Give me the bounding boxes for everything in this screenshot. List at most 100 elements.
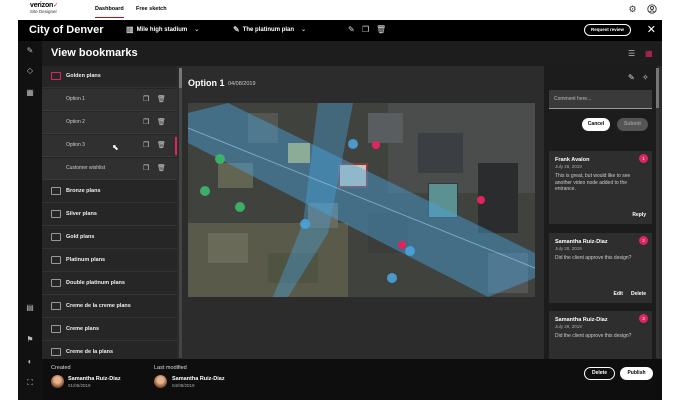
bookmark-folder[interactable]: Silver plans	[42, 204, 177, 226]
verizon-logo[interactable]: verizon✓ Site Designer	[30, 2, 58, 15]
chevron-down-icon: ⌄	[194, 27, 200, 33]
request-review-button[interactable]: Request review	[584, 24, 631, 36]
cancel-button[interactable]: Cancel	[582, 118, 610, 131]
trash-icon[interactable]: 🗑	[157, 164, 166, 172]
comment-card[interactable]: 3 Samantha Ruiz-Diaz July 28, 2019 Did t…	[549, 311, 652, 359]
pin-icon[interactable]: ✧	[642, 73, 649, 82]
scrollbar-thumb[interactable]	[179, 68, 182, 88]
bookmark-customer-wishlist[interactable]: Customer wishlist ❐ 🗑	[42, 158, 177, 180]
comment-card[interactable]: 2 Samantha Ruiz-Diaz July 28, 2019 Did t…	[549, 233, 652, 303]
grid-view-icon[interactable]: ▦	[645, 49, 653, 58]
copy-icon[interactable]: ❐	[143, 118, 149, 126]
city-title: City of Denver	[29, 24, 104, 36]
list-view-icon[interactable]: ☰	[628, 49, 635, 58]
submit-button[interactable]: Submit	[617, 118, 648, 131]
screen-capture-icon[interactable]: ⛶	[25, 378, 35, 388]
folder-icon	[51, 233, 61, 241]
nav-free-sketch[interactable]: Free sketch	[136, 6, 167, 12]
brand-name: verizon	[30, 2, 54, 9]
palette-icon[interactable]: ◐	[25, 357, 35, 366]
plan-select[interactable]: ✎ The platinum plan ⌄	[233, 25, 306, 34]
comment-badge: 1	[639, 154, 648, 163]
folder-icon	[51, 256, 61, 264]
footer-bar: Created Samantha Ruiz-Diaz 01/05/2019 La…	[42, 359, 662, 400]
close-icon[interactable]: ✕	[647, 23, 656, 36]
trash-icon[interactable]: 🗑	[157, 95, 166, 103]
bookmark-option-2[interactable]: Option 2 ❐ 🗑	[42, 112, 177, 134]
folder-icon	[51, 325, 61, 333]
modified-by-name: Samantha Ruiz-Diaz	[172, 376, 225, 382]
option-label: Customer wishlist	[66, 165, 106, 171]
bookmark-option-1[interactable]: Option 1 ❐ 🗑	[42, 89, 177, 111]
list-scrollbar[interactable]	[179, 68, 182, 358]
table-icon[interactable]: ▦	[25, 88, 35, 97]
copy-icon[interactable]: ❐	[143, 141, 149, 149]
pen-tool-icon[interactable]: ✎	[25, 46, 35, 55]
reply-button[interactable]: Reply	[632, 212, 646, 218]
panel-title: View bookmarks	[51, 47, 138, 59]
modified-date: 04/08/2019	[172, 383, 195, 388]
bookmark-option-3[interactable]: Option 3 ⬉ ❐ 🗑	[42, 135, 177, 157]
bookmark-folder[interactable]: Creme plans	[42, 319, 177, 341]
venue-select[interactable]: ▥ Mile high stadium ⌄	[126, 25, 199, 34]
plan-icon: ✎	[233, 25, 240, 34]
settings-icon[interactable]: ⚙	[627, 4, 638, 15]
folder-label: Platinum plans	[66, 257, 106, 263]
bookmark-folder[interactable]: Double platinum plans	[42, 273, 177, 295]
delete-button[interactable]: Delete	[631, 291, 646, 297]
selection-indicator	[175, 137, 177, 155]
folder-icon	[51, 279, 61, 287]
copy-icon[interactable]: ❐	[143, 164, 149, 172]
copy-icon[interactable]: ❐	[143, 95, 149, 103]
folder-label: Double platinum plans	[66, 280, 125, 286]
copy-icon[interactable]: ❐	[362, 25, 369, 34]
folder-label: Silver plans	[66, 211, 97, 217]
product-name: Site Designer	[30, 9, 58, 14]
aerial-map[interactable]	[188, 103, 535, 297]
folder-icon	[51, 72, 61, 80]
bookmark-list-icon[interactable]: ▤	[25, 303, 35, 312]
comment-text: Did the client approve this design?	[555, 255, 632, 261]
scrollbar-thumb[interactable]	[656, 68, 659, 108]
publish-button[interactable]: Publish	[620, 367, 653, 380]
bookmark-icon[interactable]: ⚑	[25, 335, 35, 344]
bookmark-folder[interactable]: Bronze plans	[42, 181, 177, 203]
created-label: Created	[51, 365, 71, 371]
folder-label: Bronze plans	[66, 188, 101, 194]
delete-button[interactable]: Delete	[584, 367, 615, 380]
bookmark-folder[interactable]: Creme de la creme plans	[42, 296, 177, 318]
comments-panel: ✎ ✧ Comment here... Cancel Submit 1 Fran…	[544, 66, 657, 359]
folder-icon	[51, 348, 61, 356]
edit-button[interactable]: Edit	[614, 291, 623, 297]
pencil-icon[interactable]: ✎	[628, 73, 635, 82]
created-by-name: Samantha Ruiz-Diaz	[68, 376, 121, 382]
option-label: Option 1	[66, 96, 85, 102]
comments-scrollbar[interactable]	[656, 68, 659, 358]
option-date: 04/08/2019	[228, 81, 256, 87]
main-panel: View bookmarks ☰ ▦ Golden plans Option 1…	[42, 41, 662, 359]
venue-icon: ▥	[126, 25, 134, 34]
comment-author: Frank Avalon	[555, 157, 590, 163]
trash-icon[interactable]: 🗑	[376, 25, 386, 34]
bookmark-folder-golden[interactable]: Golden plans	[42, 66, 177, 88]
option-label: Option 2	[66, 119, 85, 125]
folder-icon	[51, 187, 61, 195]
venue-label: Mile high stadium	[136, 26, 188, 33]
folder-icon	[51, 302, 61, 310]
account-icon[interactable]	[646, 4, 657, 15]
pointer-cursor-icon: ⬉	[112, 143, 119, 152]
comment-card[interactable]: 1 Frank Avalon July 28, 2019 This is gre…	[549, 151, 652, 224]
trash-icon[interactable]: 🗑	[157, 141, 166, 149]
bookmark-folder[interactable]: Gold plans	[42, 227, 177, 249]
comment-badge: 2	[639, 236, 648, 245]
modified-label: Last modified	[154, 365, 187, 371]
bookmark-folder[interactable]: Platinum plans	[42, 250, 177, 272]
bookmark-folder[interactable]: Creme de la plans	[42, 342, 177, 359]
trash-icon[interactable]: 🗑	[157, 118, 166, 126]
comment-input[interactable]: Comment here...	[549, 90, 652, 109]
panel-titlebar: View bookmarks ☰ ▦	[42, 41, 662, 66]
nav-dashboard[interactable]: Dashboard	[95, 6, 124, 18]
layers-icon[interactable]: ◇	[25, 66, 35, 75]
pencil-icon[interactable]: ✎	[348, 25, 355, 34]
project-header: City of Denver ▥ Mile high stadium ⌄ ✎ T…	[18, 20, 662, 41]
